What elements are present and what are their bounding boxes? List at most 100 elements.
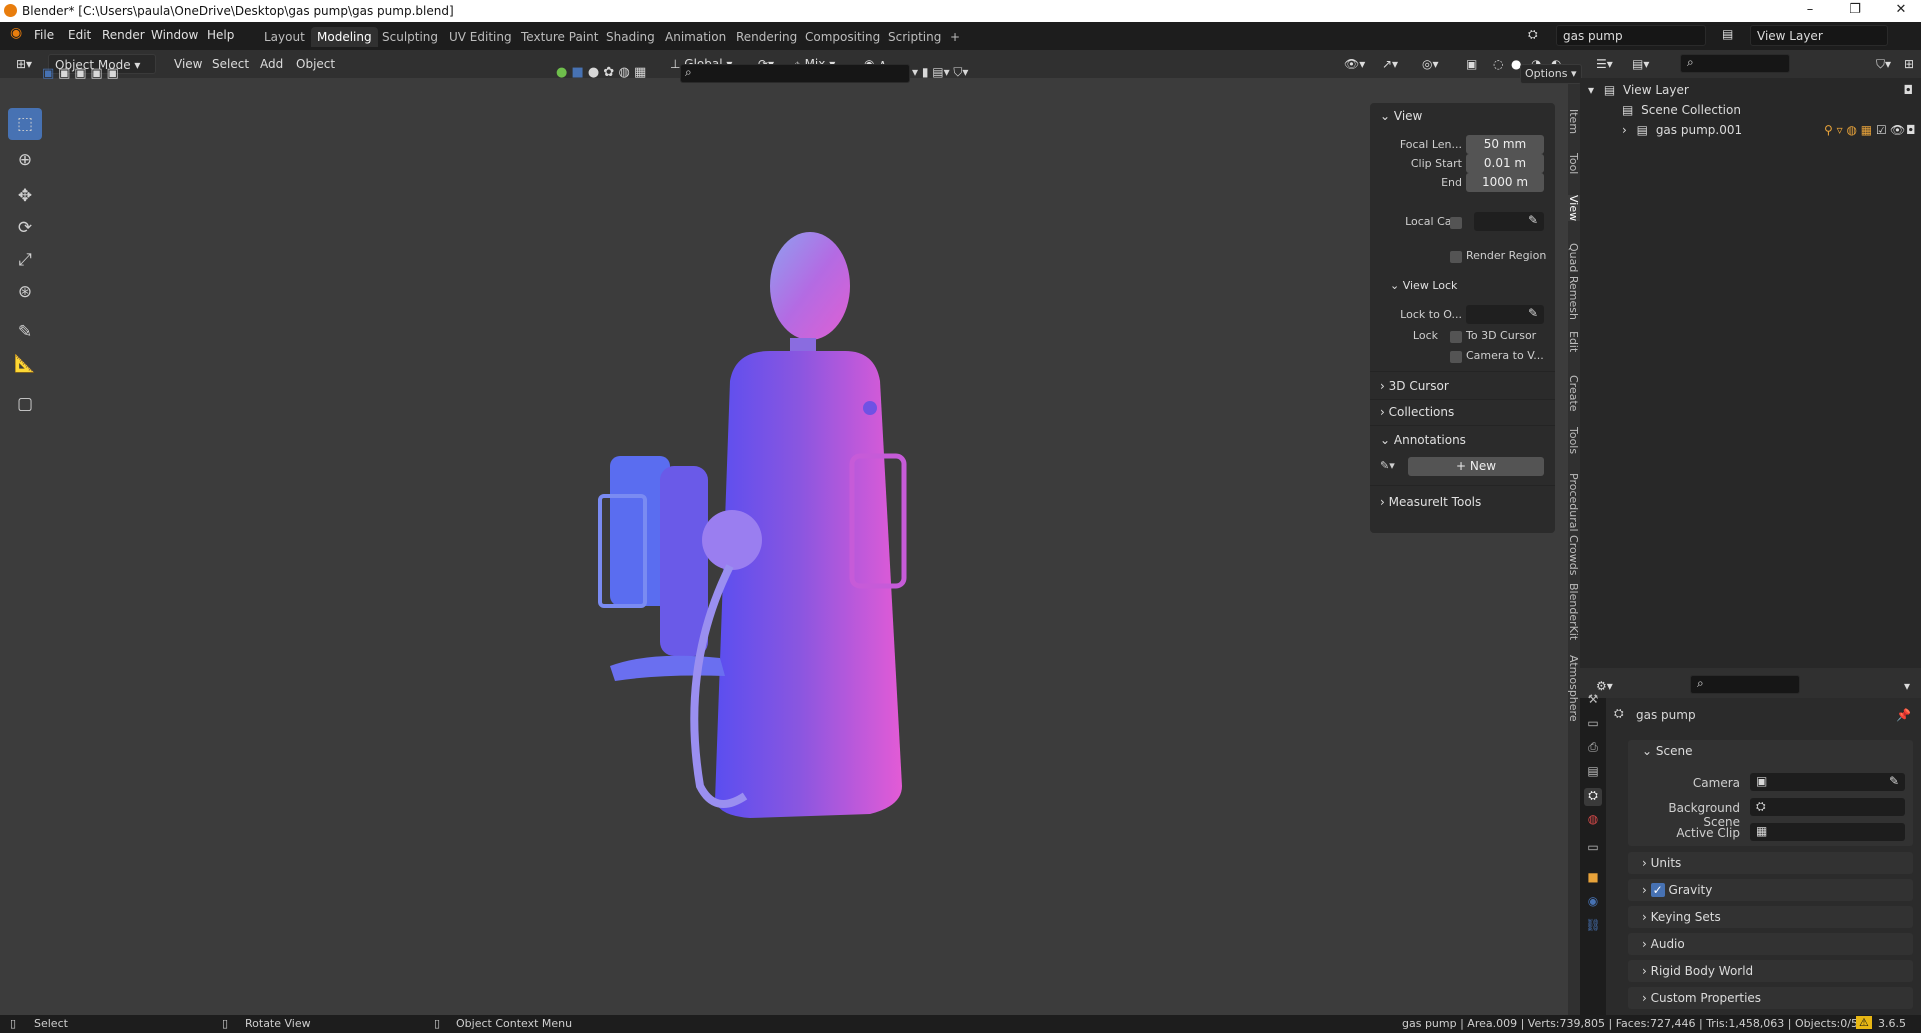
pin-icon[interactable]: 📌 — [1896, 708, 1911, 722]
object-tab-icon[interactable]: ■ — [1584, 870, 1602, 888]
cursor-tool[interactable]: ⊕ — [8, 144, 42, 176]
select-extend-icon[interactable]: ▣ — [58, 66, 70, 81]
menu-object[interactable]: Object — [290, 54, 341, 74]
menu-edit[interactable]: Edit — [68, 28, 91, 42]
menu-add[interactable]: Add — [254, 54, 289, 74]
blender-menu-icon[interactable]: ◉ — [10, 25, 22, 41]
object-filter-icon[interactable]: ● — [556, 65, 567, 80]
close-button[interactable]: ✕ — [1886, 2, 1916, 17]
active-clip-field[interactable]: ▦ — [1750, 823, 1905, 841]
collection-filter-icons[interactable]: ● ■ ● ✿ ◍ ▦ — [556, 65, 646, 80]
background-scene-field[interactable]: ⛭ — [1750, 798, 1905, 816]
camera-to-view-checkbox[interactable] — [1450, 351, 1462, 363]
sphere-filter-icon[interactable]: ● — [588, 65, 599, 80]
scene-panel-header[interactable]: ⌄ Scene — [1642, 744, 1692, 758]
camera-icon[interactable]: ◘ — [1906, 123, 1916, 137]
focal-length-field[interactable]: 50 mm — [1466, 135, 1544, 154]
texture-filter-icon[interactable]: ◍ — [618, 65, 629, 80]
outliner-row-scene-collection[interactable]: ▤ Scene Collection — [1580, 100, 1921, 120]
tool-tab-icon[interactable]: ⚒ — [1584, 692, 1602, 710]
properties-options-icon[interactable]: ▾ — [1898, 676, 1916, 696]
collections-panel-header[interactable]: › Collections — [1380, 405, 1454, 419]
tab-texture-paint[interactable]: Texture Paint — [515, 27, 604, 47]
tab-procedural-crowds[interactable]: Procedural Crowds — [1560, 473, 1580, 575]
tab-compositing[interactable]: Compositing — [799, 27, 886, 47]
filter-icon[interactable]: ⛉▾ — [1870, 54, 1897, 74]
scene-selector[interactable]: gas pump — [1556, 25, 1706, 46]
eyedropper-icon[interactable]: ✎ — [1528, 213, 1538, 227]
world-tab-icon[interactable]: ◍ — [1584, 812, 1602, 830]
annotate-tool[interactable]: ✎ — [8, 316, 42, 348]
physics-tab-icon[interactable]: ◉ — [1584, 894, 1602, 912]
lock-3d-cursor-checkbox[interactable] — [1450, 331, 1462, 343]
measure-tool[interactable]: 📐 — [8, 348, 42, 380]
render-tab-icon[interactable]: ▭ — [1584, 716, 1602, 734]
outliner-search-input[interactable]: ⌕ — [1680, 54, 1790, 73]
options-button[interactable]: Options ▾ — [1520, 64, 1582, 84]
measureit-panel-header[interactable]: › MeasureIt Tools — [1380, 495, 1481, 509]
keying-sets-panel-header[interactable]: › Keying Sets — [1628, 906, 1913, 928]
local-camera-field[interactable]: ✎ — [1474, 212, 1544, 231]
gravity-checkbox[interactable]: ✓ — [1650, 883, 1665, 897]
menu-help[interactable]: Help — [207, 28, 234, 42]
view-panel-header[interactable]: ⌄ View — [1380, 109, 1422, 123]
rigid-body-world-panel-header[interactable]: › Rigid Body World — [1628, 960, 1913, 982]
xray-icon[interactable]: ▣ — [1460, 54, 1483, 74]
minimize-button[interactable]: – — [1795, 2, 1825, 17]
select-invert-icon[interactable]: ▣ — [90, 66, 102, 81]
scale-tool[interactable]: ⤢ — [8, 244, 42, 276]
units-panel-header[interactable]: › Units — [1628, 852, 1913, 874]
menu-window[interactable]: Window — [151, 28, 198, 42]
tab-create[interactable]: Create — [1560, 375, 1580, 412]
tab-shading[interactable]: Shading — [600, 27, 661, 47]
tab-atmosphere[interactable]: Atmosphere — [1560, 655, 1580, 722]
clip-end-field[interactable]: 1000 m — [1466, 173, 1544, 192]
image-filter-icon[interactable]: ▦ — [634, 65, 646, 80]
tab-view[interactable]: View — [1560, 195, 1580, 222]
new-collection-icon[interactable]: ⊞ — [1898, 54, 1920, 74]
camera-field[interactable]: ▣ ✎ — [1750, 773, 1905, 791]
eyedropper-icon[interactable]: ✎ — [1889, 774, 1899, 788]
view-lock-header[interactable]: ⌄ View Lock — [1390, 279, 1457, 292]
new-annotation-button[interactable]: + New — [1408, 457, 1544, 476]
display-mode-icon[interactable]: ▤▾ — [1626, 54, 1655, 74]
gizmo-icon[interactable]: ↗▾ — [1376, 54, 1404, 74]
properties-search-input[interactable]: ⌕ — [1690, 675, 1800, 694]
menu-render[interactable]: Render — [102, 28, 145, 42]
warning-icon[interactable]: ⚠ — [1856, 1016, 1872, 1029]
tab-animation[interactable]: Animation — [659, 27, 732, 47]
mesh-filter-icon[interactable]: ■ — [571, 65, 583, 80]
tab-modeling[interactable]: Modeling — [311, 27, 378, 47]
expand-arrow-icon[interactable]: ▾ — [1588, 83, 1594, 97]
gas-pump-model[interactable] — [570, 226, 930, 946]
rotate-tool[interactable]: ⟳ — [8, 212, 42, 244]
move-tool[interactable]: ✥ — [8, 180, 42, 212]
tab-blenderkit[interactable]: BlenderKit — [1560, 583, 1580, 640]
material-filter-icon[interactable]: ✿ — [603, 65, 614, 80]
annotation-type-icon[interactable]: ✎▾ — [1380, 459, 1395, 472]
tab-uv-editing[interactable]: UV Editing — [443, 27, 518, 47]
tab-layout[interactable]: Layout — [258, 27, 311, 47]
gravity-panel-header[interactable]: › ✓ Gravity — [1628, 879, 1913, 901]
eyedropper-icon[interactable]: ✎ — [1528, 306, 1538, 320]
camera-icon[interactable]: ◘ — [1904, 83, 1914, 97]
select-box-tool[interactable]: ⬚ — [8, 108, 42, 140]
tab-rendering[interactable]: Rendering — [730, 27, 803, 47]
maximize-button[interactable]: ❐ — [1840, 2, 1870, 17]
view-layer-selector[interactable]: View Layer — [1750, 25, 1888, 46]
constraints-tab-icon[interactable]: ⛓ — [1584, 918, 1602, 936]
tab-item[interactable]: Item — [1560, 109, 1580, 134]
tab-edit[interactable]: Edit — [1560, 331, 1580, 352]
view-layer-tab-icon[interactable]: ▤ — [1584, 764, 1602, 782]
tab-scripting[interactable]: Scripting — [882, 27, 947, 47]
menu-view[interactable]: View — [168, 54, 208, 74]
render-region-checkbox[interactable] — [1450, 251, 1462, 263]
add-workspace-button[interactable]: + — [944, 27, 966, 47]
scene-tab-icon[interactable]: ⛭ — [1584, 788, 1602, 806]
outliner-row-view-layer[interactable]: ▾ ▤ View Layer ◘ — [1580, 80, 1921, 100]
menu-select[interactable]: Select — [206, 54, 255, 74]
audio-panel-header[interactable]: › Audio — [1628, 933, 1913, 955]
clip-start-field[interactable]: 0.01 m — [1466, 154, 1544, 173]
lock-to-object-field[interactable]: ✎ — [1466, 305, 1544, 324]
collection-tab-icon[interactable]: ▭ — [1584, 840, 1602, 858]
